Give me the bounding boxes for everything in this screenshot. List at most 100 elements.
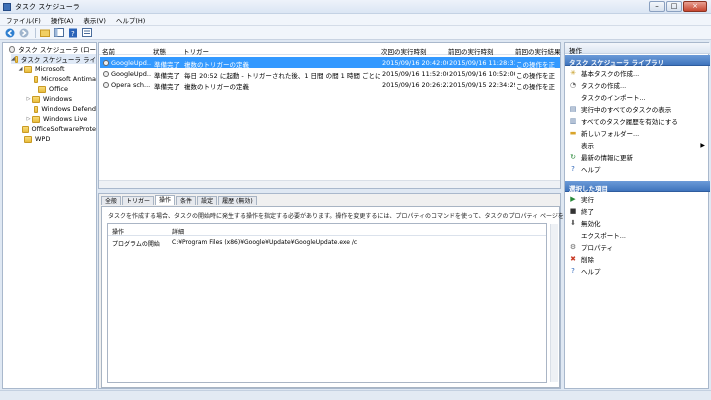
action-item[interactable]: ✖ 削除 (565, 253, 710, 265)
action-item[interactable]: ▬ 新しいフォルダー... (565, 127, 710, 139)
task-name: Opera sch... (111, 81, 151, 89)
folder-icon (38, 85, 46, 93)
tree-item[interactable]: OfficeSoftwareProte (17, 124, 96, 134)
expand-toggle-icon[interactable]: ◢ (17, 66, 24, 72)
action-item[interactable]: ⬇ 無効化 (565, 217, 710, 229)
action-details[interactable]: C:¥Program Files (x86)¥Google¥Update¥Goo… (172, 239, 357, 246)
tree-item-label: Windows Live (43, 115, 88, 123)
menu-action[interactable]: 操作(A) (51, 15, 74, 25)
folder-icon (24, 135, 32, 143)
action-item[interactable]: ▶ 実行 (565, 193, 710, 205)
action-item-label: 実行 (581, 196, 594, 204)
help-icon[interactable]: ? (67, 27, 78, 38)
tab-2[interactable]: 操作 (155, 195, 176, 205)
action-item[interactable]: タスクのインポート... (565, 91, 710, 103)
tree-item[interactable]: Microsoft Antima (31, 74, 96, 84)
task-row[interactable]: GoogleUpd... 準備完了 毎日 20:52 に起動 - トリガーされた後、… (100, 68, 560, 80)
minimize-button[interactable]: – (649, 1, 665, 12)
running-tasks-icon: ▤ (569, 105, 577, 113)
show-hide-tree-icon[interactable] (53, 27, 64, 38)
tab-0[interactable]: 全般 (101, 196, 122, 205)
tree-item[interactable]: ▷ Windows (25, 94, 96, 104)
center-pane: 名前 状態 トリガー 次回の実行時刻 前回の実行時刻 前回の実行結果 Googl… (98, 42, 612, 389)
submenu-arrow-icon: ▶ (700, 141, 705, 149)
tree-item-label: タスク スケジューラ ライ (20, 56, 96, 64)
tab-1[interactable]: トリガー (122, 196, 155, 205)
column-next-run[interactable]: 次回の実行時刻 (381, 46, 427, 56)
actions-description: タスクを作成する場合、タスクの開始時に発生する操作を指定する必要があります。操作… (108, 213, 612, 220)
task-icon (103, 60, 109, 66)
task-cell-name: GoogleUpd... (103, 59, 151, 67)
action-item[interactable]: ? ヘルプ (565, 163, 710, 175)
task-cell-trigger: 複数のトリガーの定義 (184, 83, 249, 91)
tree-item[interactable]: タスク スケジューラ (ロー (5, 44, 96, 54)
action-item[interactable]: ⚙ プロパティ (565, 241, 710, 253)
blank-icon (569, 141, 577, 149)
task-cell-next: 2015/09/16 11:52:00 (382, 70, 448, 78)
action-item-label: ヘルプ (581, 268, 601, 276)
maximize-button[interactable]: □ (666, 1, 682, 12)
create-basic-task-icon: ✳ (570, 69, 576, 77)
tree-item[interactable]: Office (31, 84, 96, 94)
blank-icon (569, 93, 577, 101)
task-detail-pane: 全般 トリガー 操作 条件 設定 履歴 (無効) タスクを作成する場合、タスクの開始時に発… (98, 193, 612, 389)
task-cell-result: この操作を正 (516, 83, 555, 91)
action-item-label: 無効化 (581, 220, 601, 228)
action-item[interactable]: ▥ すべてのタスク履歴を有効にする (565, 115, 710, 127)
column-status[interactable]: 状態 (153, 46, 166, 56)
action-item[interactable]: ↻ 最新の情報に更新 (565, 151, 710, 163)
action-item-label: ヘルプ (581, 166, 601, 174)
menu-file[interactable]: ファイル(F) (6, 15, 41, 25)
action-type[interactable]: プログラムの開始 (112, 239, 160, 248)
back-icon[interactable] (4, 27, 15, 38)
folder-icon (24, 65, 32, 73)
up-folder-icon[interactable] (39, 27, 50, 38)
action-item[interactable]: ? ヘルプ (565, 265, 710, 277)
tree-item[interactable]: ◢ Microsoft (17, 64, 96, 74)
tab-5[interactable]: 履歴 (無効) (218, 196, 257, 205)
tree-item[interactable]: ▷ Windows Live (25, 114, 96, 124)
task-cell-status: 準備完了 (154, 83, 180, 91)
detail-vertical-scrollbar[interactable] (550, 224, 558, 382)
column-trigger[interactable]: トリガー (183, 46, 209, 56)
column-last-run[interactable]: 前回の実行時刻 (448, 46, 494, 56)
forward-icon[interactable] (18, 27, 29, 38)
tab-4[interactable]: 設定 (197, 196, 218, 205)
expand-toggle-icon[interactable]: ▷ (25, 96, 32, 102)
tree-item-label: Microsoft Antima (41, 75, 96, 83)
new-folder-icon: ▬ (569, 129, 577, 137)
action-item[interactable]: エクスポート... (565, 229, 710, 241)
column-name[interactable]: 名前 (102, 46, 115, 56)
section-selected-item-header[interactable]: 選択した項目 (565, 181, 710, 193)
properties-icon[interactable] (81, 27, 92, 38)
action-item[interactable]: ▤ 実行中のすべてのタスクの表示 (565, 103, 710, 115)
properties-icon: ⚙ (569, 243, 577, 251)
refresh-icon: ↻ (570, 153, 576, 161)
svg-text:?: ? (71, 30, 75, 38)
tree-item[interactable]: WPD (17, 134, 96, 144)
action-item-label: 最新の情報に更新 (581, 154, 633, 162)
window-title: タスク スケジューラ (15, 3, 80, 11)
action-item[interactable]: ■ 終了 (565, 205, 710, 217)
action-item[interactable]: ✳ 基本タスクの作成... (565, 67, 710, 79)
action-item[interactable]: 表示 ▶ (565, 139, 710, 151)
tree-item[interactable]: ◢ タスク スケジューラ ライ (11, 54, 96, 64)
menu-bar: ファイル(F) 操作(A) 表示(V) ヘルプ(H) (0, 14, 711, 26)
column-last-result[interactable]: 前回の実行結果 (515, 46, 561, 56)
menu-view[interactable]: 表示(V) (83, 15, 106, 25)
menu-help[interactable]: ヘルプ(H) (116, 15, 145, 25)
expand-toggle-icon[interactable]: ▷ (25, 116, 32, 122)
tree-item-label: Office (49, 85, 68, 93)
task-cell-next: 2015/09/16 20:42:00 (382, 59, 448, 67)
section-library-header[interactable]: タスク スケジューラ ライブラリ (565, 55, 710, 67)
task-row[interactable]: GoogleUpd... 準備完了 複数のトリガーの定義 2015/09/16 20:… (100, 57, 560, 69)
task-row[interactable]: Opera sch... 準備完了 複数のトリガーの定義 2015/09/16 20:… (100, 79, 560, 91)
task-list-horizontal-scrollbar[interactable] (99, 180, 560, 188)
action-item-label: 終了 (581, 208, 594, 216)
action-item-label: 新しいフォルダー... (581, 130, 640, 138)
run-icon: ▶ (570, 195, 576, 203)
tree-item[interactable]: Windows Defend (31, 104, 96, 114)
action-item[interactable]: ◔ タスクの作成... (565, 79, 710, 91)
tab-3[interactable]: 条件 (176, 196, 197, 205)
close-button[interactable]: × (683, 1, 707, 12)
